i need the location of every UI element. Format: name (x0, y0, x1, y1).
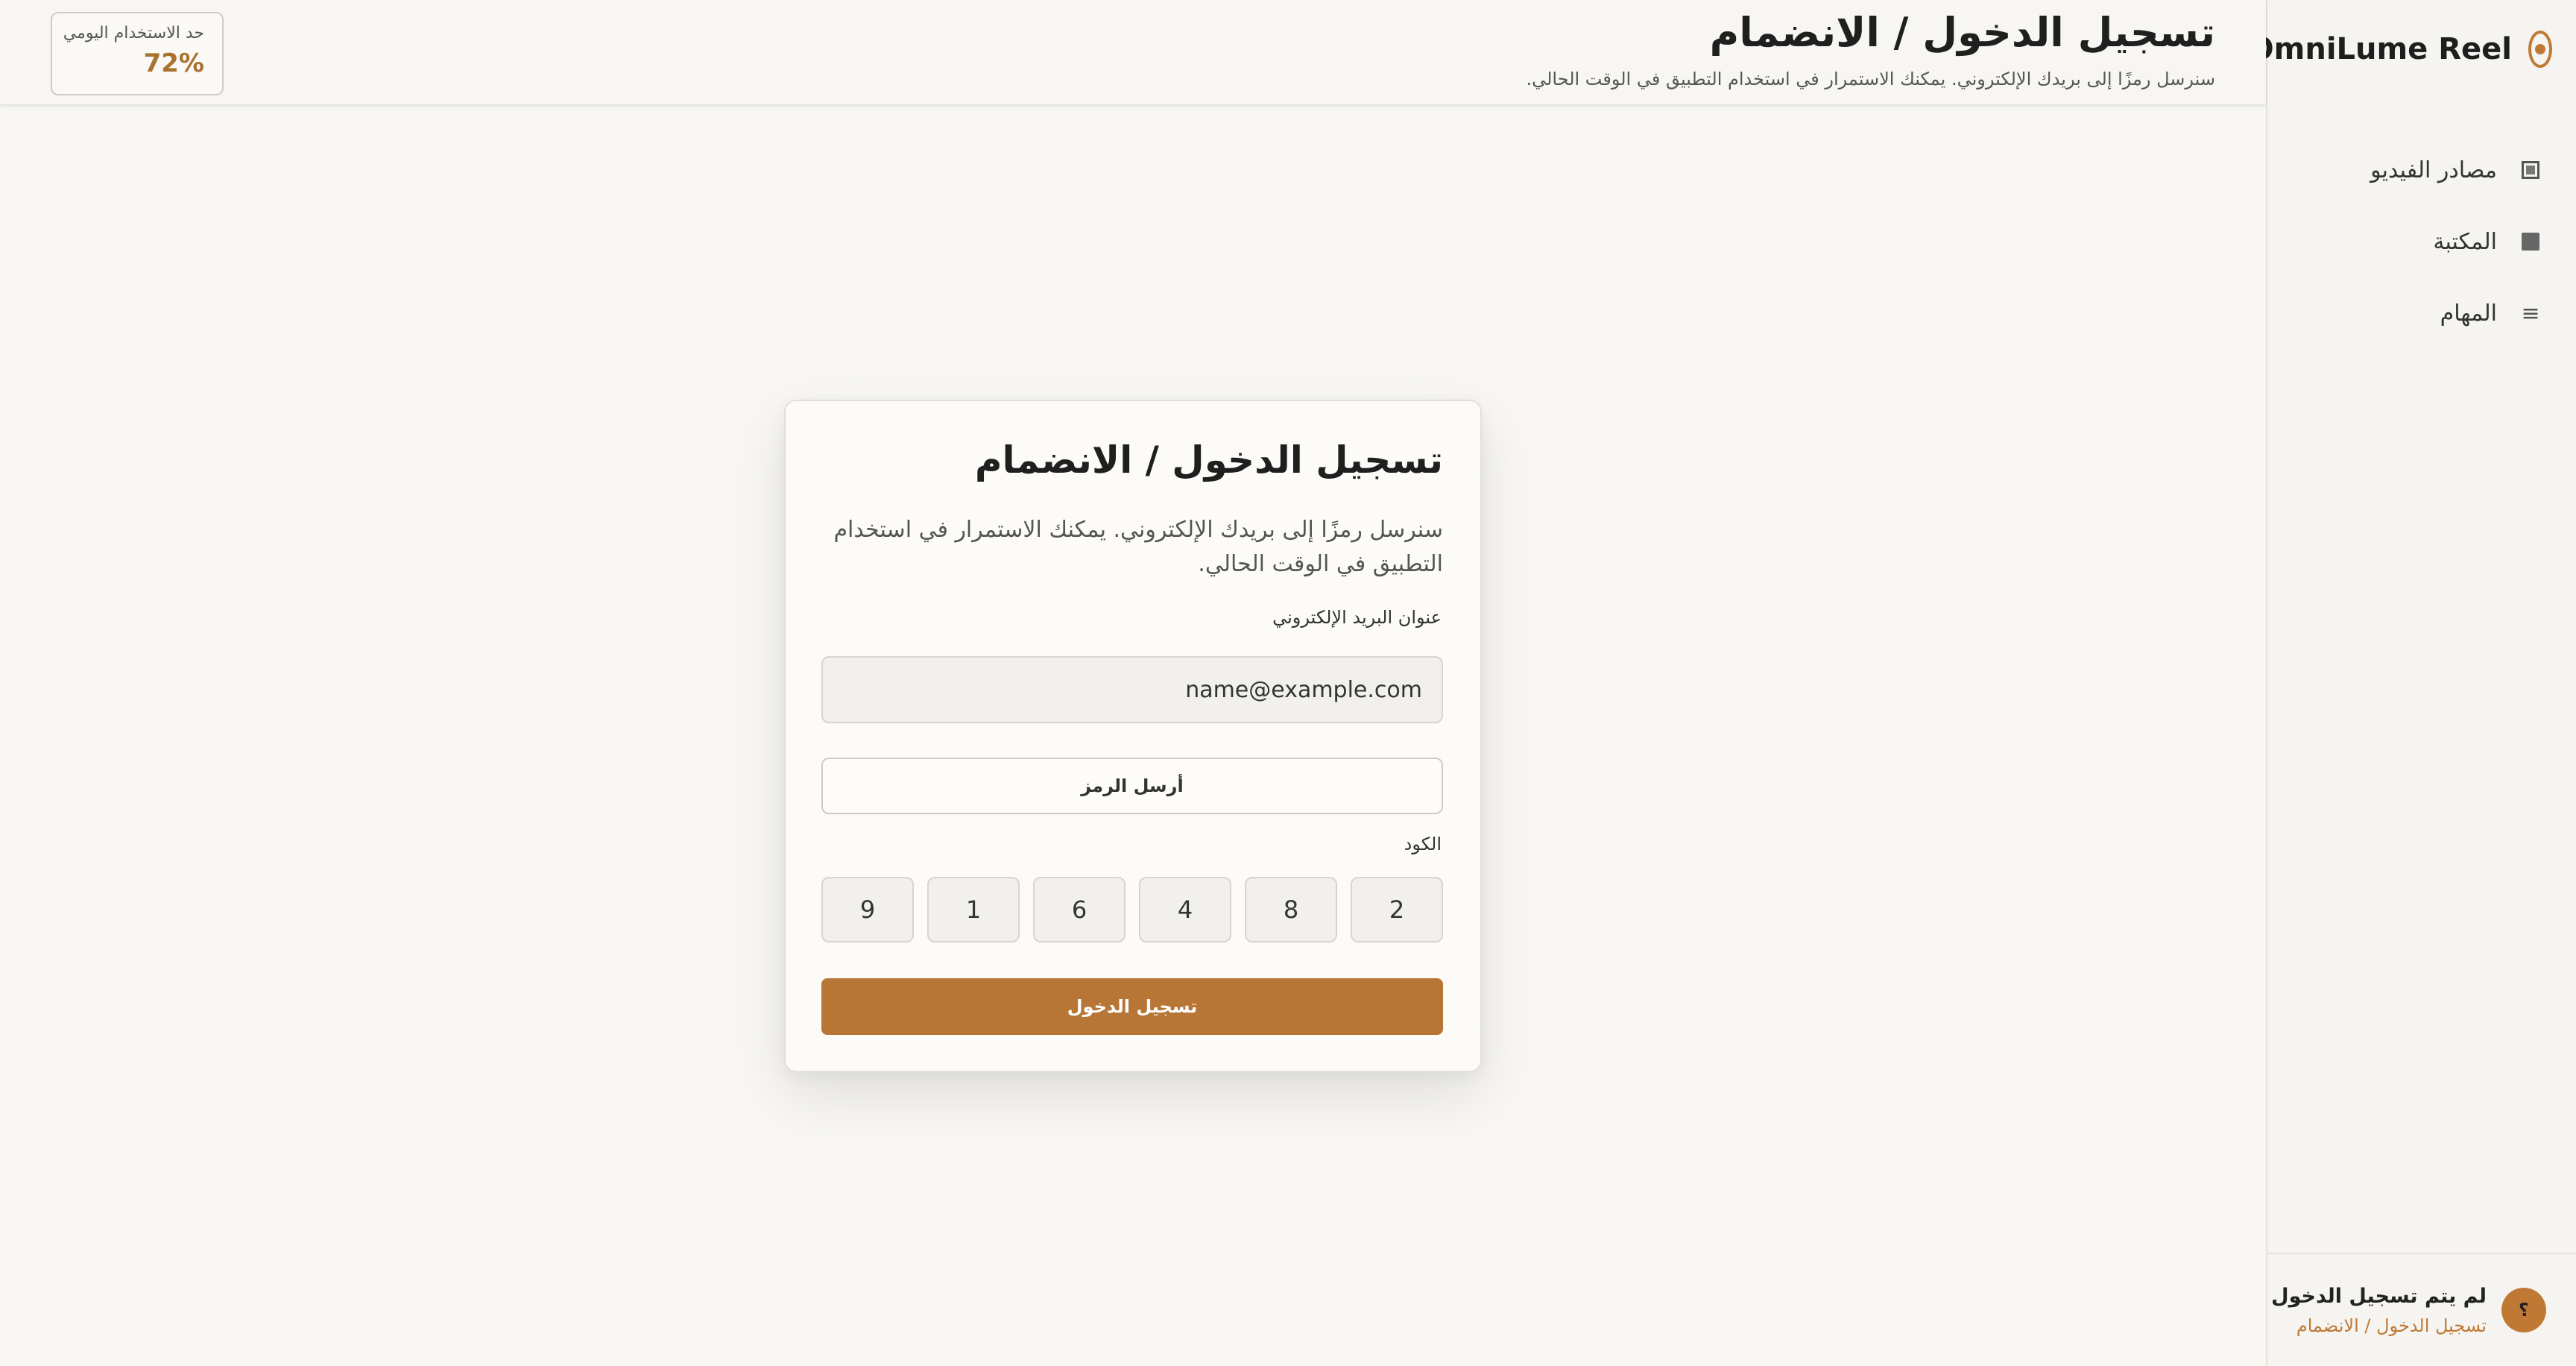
page-subtitle: سنرسل رمزًا إلى بريدك الإلكتروني. يمكنك … (1526, 69, 2215, 89)
code-digit-input[interactable]: 9 (821, 877, 914, 942)
code-digit-input[interactable]: 1 (927, 877, 1020, 942)
login-button[interactable]: تسجيل الدخول (821, 978, 1443, 1035)
code-input-group: 2 8 4 6 1 9 (821, 877, 1443, 944)
usage-label: حد الاستخدام اليومي (63, 24, 204, 43)
sidebar-item-tasks[interactable]: ≡ المهام (2266, 277, 2576, 349)
code-label: الكود (1404, 834, 1442, 854)
tasks-icon: ≡ (2521, 300, 2540, 327)
code-digit-input[interactable]: 6 (1033, 877, 1126, 942)
code-digit-input[interactable]: 4 (1139, 877, 1231, 942)
email-field[interactable] (821, 656, 1443, 723)
card-description: سنرسل رمزًا إلى بريدك الإلكتروني. يمكنك … (833, 517, 1443, 577)
code-digit-input[interactable]: 2 (1351, 877, 1443, 942)
daily-usage-badge: حد الاستخدام اليومي 72% (51, 12, 224, 95)
sidebar-item-video-sources[interactable]: مصادر الفيديو (2266, 134, 2576, 206)
page-title: تسجيل الدخول / الانضمام (1709, 9, 2215, 56)
brand[interactable]: OmniLume Reel (2249, 27, 2552, 72)
library-icon (2519, 230, 2542, 253)
usage-value: 72% (143, 48, 204, 78)
app-name: OmniLume Reel (2248, 32, 2512, 66)
sidebar: OmniLume Reel مصادر الفيديو المكتبة ≡ ال… (2249, 0, 2576, 1366)
sidebar-item-label: المهام (2440, 300, 2497, 327)
code-digit-input[interactable]: 8 (1245, 877, 1337, 942)
avatar[interactable]: ؟ (2501, 1288, 2546, 1332)
login-card: تسجيل الدخول / الانضمام سنرسل رمزًا إلى … (784, 400, 1482, 1072)
email-label: عنوان البريد الإلكتروني (1272, 607, 1442, 628)
video-sources-icon (2519, 159, 2542, 181)
sidebar-item-library[interactable]: المكتبة (2266, 206, 2576, 277)
card-title: تسجيل الدخول / الانضمام (974, 438, 1443, 482)
send-code-button[interactable]: أرسل الرمز (821, 758, 1443, 814)
user-panel: ؟ لم يتم تسجيل الدخول تسجيل الدخول / الا… (2266, 1253, 2576, 1366)
page-header: تسجيل الدخول / الانضمام سنرسل رمزًا إلى … (0, 0, 2266, 106)
sidebar-item-label: مصادر الفيديو (2370, 157, 2497, 183)
app-logo-icon (2528, 31, 2552, 68)
login-status: لم يتم تسجيل الدخول (2271, 1284, 2487, 1308)
login-link[interactable]: تسجيل الدخول / الانضمام (2271, 1315, 2487, 1336)
sidebar-nav: مصادر الفيديو المكتبة ≡ المهام (2266, 134, 2576, 349)
sidebar-item-label: المكتبة (2433, 228, 2497, 255)
user-info: لم يتم تسجيل الدخول تسجيل الدخول / الانض… (2271, 1285, 2487, 1336)
